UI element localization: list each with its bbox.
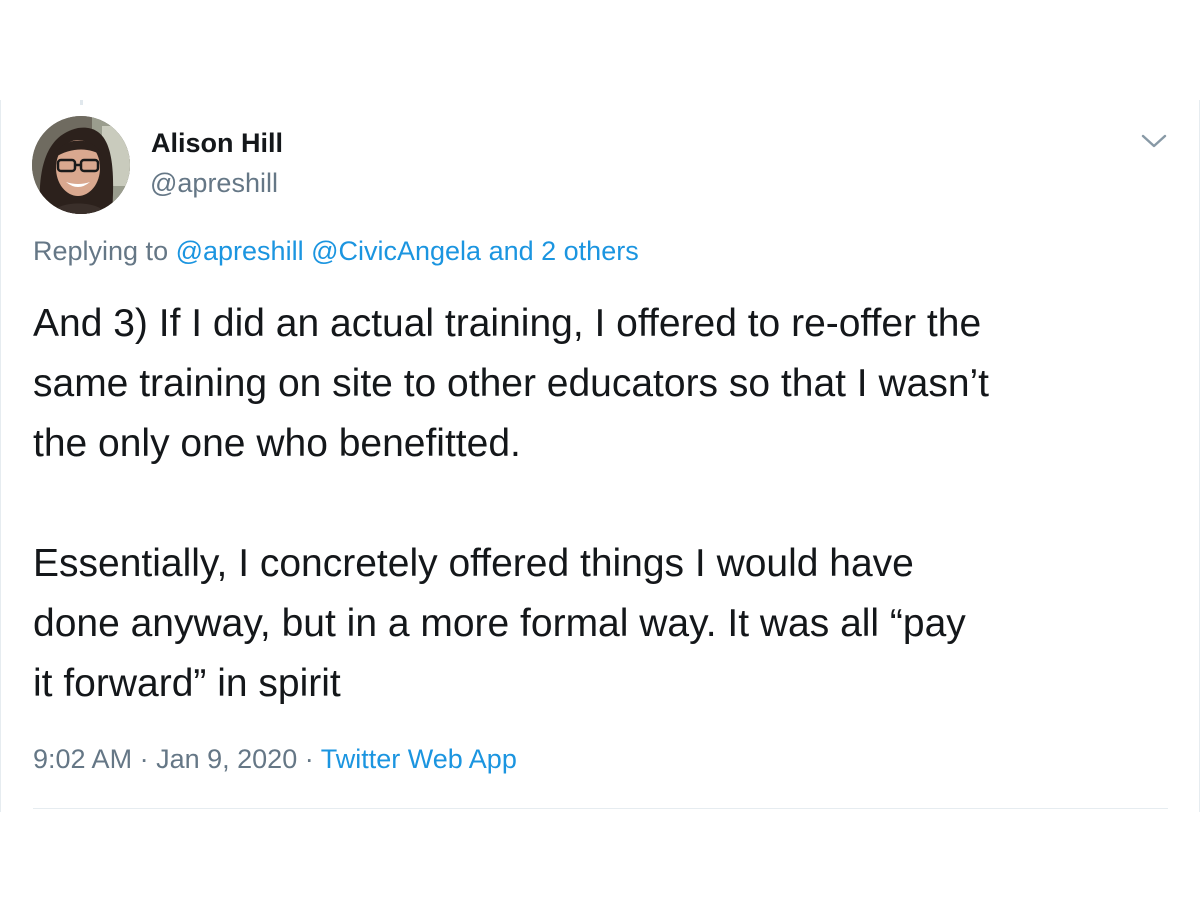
tweet-time[interactable]: 9:02 AM <box>33 744 132 774</box>
mention-apreshill[interactable]: @apreshill <box>176 236 304 266</box>
tweet-line: it forward” in spirit <box>33 662 341 705</box>
thread-connector <box>80 100 83 105</box>
tweet-text: And 3) If I did an actual training, I of… <box>33 294 1183 714</box>
tweet-line: the only one who benefitted. <box>33 422 521 465</box>
author-name[interactable]: Alison Hill <box>151 128 283 159</box>
meta-separator: · <box>304 744 314 774</box>
divider <box>33 808 1168 809</box>
meta-separator: · <box>139 744 149 774</box>
avatar[interactable] <box>32 116 130 214</box>
avatar-photo <box>32 116 130 214</box>
mention-civicangela[interactable]: @CivicAngela <box>311 236 481 266</box>
tweet-meta: 9:02 AM · Jan 9, 2020 · Twitter Web App <box>33 744 517 775</box>
mention-others[interactable]: and 2 others <box>489 236 639 266</box>
tweet-card: Alison Hill @apreshill Replying to @apre… <box>0 100 1200 812</box>
chevron-down-icon[interactable] <box>1140 130 1168 152</box>
tweet-line: done anyway, but in a more formal way. I… <box>33 602 966 645</box>
tweet-line: Essentially, I concretely offered things… <box>33 542 914 585</box>
tweet-line: same training on site to other educators… <box>33 362 990 405</box>
left-border <box>0 100 1 812</box>
replying-to: Replying to @apreshill @CivicAngela and … <box>33 236 639 267</box>
replying-prefix: Replying to <box>33 236 169 266</box>
author-handle[interactable]: @apreshill <box>150 168 278 199</box>
tweet-source[interactable]: Twitter Web App <box>321 744 517 774</box>
tweet-line: And 3) If I did an actual training, I of… <box>33 302 982 345</box>
tweet-date[interactable]: Jan 9, 2020 <box>156 744 297 774</box>
